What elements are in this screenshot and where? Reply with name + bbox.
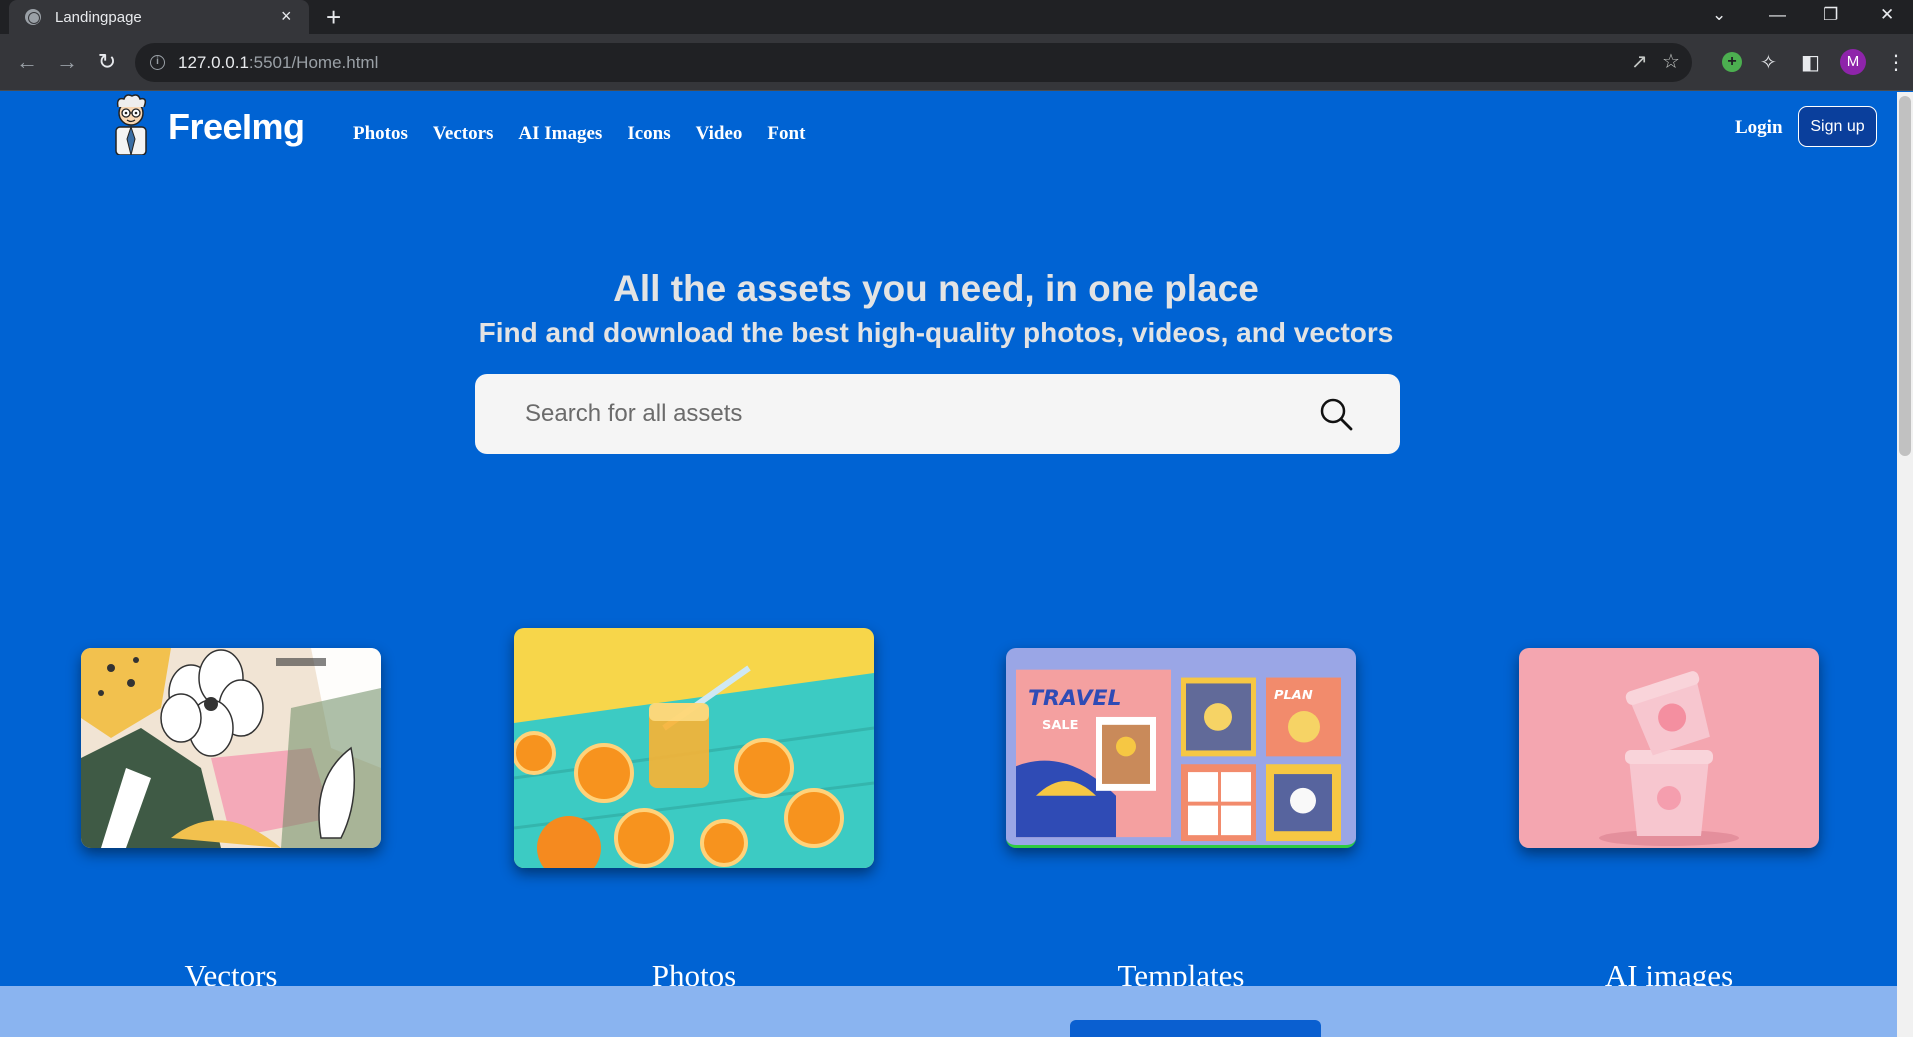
browser-menu-icon[interactable]: ⋮ bbox=[1886, 52, 1906, 74]
search-input[interactable] bbox=[525, 394, 1305, 434]
search-icon[interactable] bbox=[1318, 396, 1354, 432]
category-card-templates[interactable]: TRAVEL SALE PLAN bbox=[1006, 648, 1356, 848]
vectors-collage-image bbox=[81, 648, 381, 848]
oranges-photo-image bbox=[514, 628, 874, 868]
nav-video[interactable]: Video bbox=[696, 123, 743, 145]
extension-green-icon[interactable]: + bbox=[1722, 52, 1742, 72]
nav-font[interactable]: Font bbox=[767, 123, 805, 145]
close-tab-icon[interactable]: × bbox=[281, 6, 292, 26]
nav-ai-images[interactable]: AI Images bbox=[518, 123, 602, 145]
category-card-photos[interactable] bbox=[514, 628, 874, 868]
main-nav: Photos Vectors AI Images Icons Video Fon… bbox=[353, 123, 805, 145]
tab-search-chevron-icon[interactable]: ⌄ bbox=[1712, 4, 1726, 26]
browser-tab[interactable]: Landingpage × bbox=[9, 0, 309, 34]
hero-title: All the assets you need, in one place bbox=[613, 268, 1259, 309]
url-text[interactable]: 127.0.0.1:5501/Home.html bbox=[178, 53, 378, 73]
category-card-vectors[interactable] bbox=[81, 648, 381, 848]
profile-avatar[interactable]: M bbox=[1840, 49, 1866, 75]
scientist-mascot-logo[interactable] bbox=[108, 93, 154, 155]
page-scrollbar[interactable] bbox=[1897, 92, 1913, 1037]
side-panel-icon[interactable]: ◧ bbox=[1801, 52, 1820, 74]
address-bar[interactable]: i 127.0.0.1:5501/Home.html ↗ ☆ bbox=[135, 43, 1692, 82]
login-link[interactable]: Login bbox=[1735, 117, 1783, 139]
extensions-puzzle-icon[interactable]: ✧ bbox=[1760, 52, 1777, 74]
nav-vectors[interactable]: Vectors bbox=[433, 123, 494, 145]
scrollbar-thumb[interactable] bbox=[1899, 96, 1911, 456]
category-card-ai-images[interactable] bbox=[1519, 648, 1819, 848]
landing-page: FreeImg Photos Vectors AI Images Icons V… bbox=[0, 92, 1897, 1037]
new-tab-button[interactable]: + bbox=[326, 3, 341, 31]
bookmark-star-icon[interactable]: ☆ bbox=[1662, 50, 1680, 74]
forward-arrow-icon[interactable]: → bbox=[52, 47, 82, 77]
back-arrow-icon[interactable]: ← bbox=[12, 47, 42, 77]
footer-cta-button[interactable] bbox=[1070, 1020, 1321, 1037]
minimize-icon[interactable]: — bbox=[1769, 4, 1786, 26]
restore-icon[interactable]: ❐ bbox=[1823, 4, 1838, 26]
site-info-icon[interactable]: i bbox=[150, 55, 165, 70]
ice-cream-tub-image bbox=[1519, 648, 1819, 848]
browser-toolbar: ← → ↻ i 127.0.0.1:5501/Home.html ↗ ☆ + ✧… bbox=[0, 34, 1913, 91]
search-bar bbox=[475, 374, 1400, 454]
nav-icons[interactable]: Icons bbox=[627, 123, 670, 145]
browser-tab-strip: Landingpage × + ⌄ — ❐ ✕ bbox=[0, 0, 1913, 34]
signup-button[interactable]: Sign up bbox=[1798, 106, 1877, 147]
tab-title: Landingpage bbox=[55, 9, 142, 26]
share-icon[interactable]: ↗ bbox=[1631, 50, 1648, 74]
close-window-icon[interactable]: ✕ bbox=[1880, 4, 1894, 26]
plan-text: PLAN bbox=[1274, 688, 1313, 703]
brand-name[interactable]: FreeImg bbox=[168, 106, 305, 148]
globe-icon bbox=[25, 9, 41, 25]
travel-text: TRAVEL bbox=[1028, 686, 1122, 711]
travel-templates-image: TRAVEL SALE PLAN bbox=[1006, 648, 1356, 845]
nav-photos[interactable]: Photos bbox=[353, 123, 408, 145]
hero-subtitle: Find and download the best high-quality … bbox=[478, 317, 1394, 348]
footer-band bbox=[0, 986, 1897, 1037]
sale-text: SALE bbox=[1042, 718, 1079, 733]
reload-icon[interactable]: ↻ bbox=[92, 47, 122, 77]
